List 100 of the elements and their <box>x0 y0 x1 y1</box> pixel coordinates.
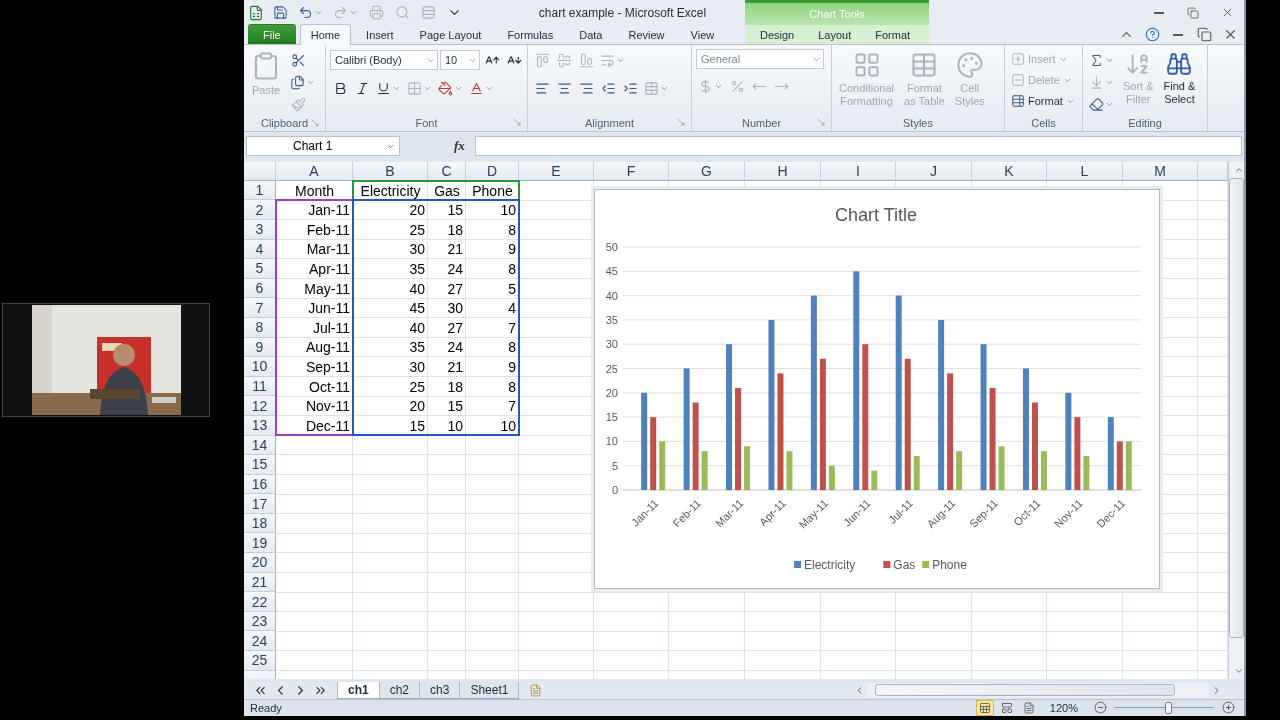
status-text: Ready <box>250 701 282 714</box>
table-cell-text: 15 <box>446 201 464 220</box>
row-header[interactable]: 5 <box>244 259 276 279</box>
legend-label: Phone <box>932 557 967 572</box>
row-header[interactable]: 2 <box>244 200 276 220</box>
ribbon-tab[interactable]: View <box>679 24 726 45</box>
table-cell-text: Sep-11 <box>304 357 351 377</box>
row-header[interactable]: 3 <box>244 220 276 240</box>
ribbon-tab[interactable]: File <box>248 24 296 45</box>
group-label: Font <box>415 116 438 129</box>
ribbon-tab[interactable]: Layout <box>807 24 863 45</box>
font-size-field[interactable]: 10 <box>440 50 480 71</box>
row-header[interactable]: 15 <box>244 455 276 475</box>
row-header[interactable]: 20 <box>244 553 276 573</box>
legend-label: Electricity <box>804 557 856 572</box>
column-header[interactable]: E <box>519 161 594 181</box>
table-cell-text: Nov-11 <box>304 397 351 416</box>
axis-label: 30 <box>605 338 618 350</box>
table-cell-text: Apr-11 <box>308 259 351 279</box>
name-box[interactable]: Chart 1 <box>246 136 400 156</box>
column-header[interactable]: K <box>972 161 1047 181</box>
table-cell-text: Mar-11 <box>305 240 351 260</box>
column-header[interactable]: C <box>428 161 466 181</box>
number-format-field[interactable]: General <box>696 49 824 70</box>
row-header[interactable]: 16 <box>244 474 276 495</box>
table-cell-text: May-11 <box>303 279 351 299</box>
table-cell-text: 25 <box>408 377 426 397</box>
column-header[interactable]: H <box>745 161 821 181</box>
row-header[interactable]: 6 <box>244 278 276 299</box>
row-header[interactable]: 21 <box>244 572 276 593</box>
context-title: Chart Tools <box>745 0 929 26</box>
table-cell-text: 24 <box>446 338 464 358</box>
row-header[interactable]: 22 <box>244 592 276 612</box>
editing-button[interactable]: Find & Select <box>1160 49 1199 116</box>
row-header[interactable]: 12 <box>244 396 276 416</box>
column-header[interactable]: B <box>353 161 428 181</box>
sheet-tab[interactable]: ch2 <box>378 681 421 699</box>
row-header[interactable]: 7 <box>244 298 276 318</box>
axis-label: 0 <box>611 483 618 496</box>
column-header[interactable]: A <box>276 161 353 181</box>
table-cell-text: 20 <box>408 397 426 416</box>
row-header[interactable]: 8 <box>244 317 276 338</box>
ribbon-tab[interactable]: Insert <box>355 24 405 45</box>
row-header[interactable]: 11 <box>244 376 276 397</box>
zoom-level[interactable]: 120% <box>1049 701 1078 714</box>
row-header[interactable]: 4 <box>244 239 276 260</box>
ribbon-tab[interactable]: Design <box>749 24 806 45</box>
column-header[interactable]: F <box>594 161 669 181</box>
column-header[interactable]: J <box>896 161 972 181</box>
table-cell-text: 15 <box>408 416 426 436</box>
ribbon-tab[interactable]: Review <box>617 24 676 45</box>
table-cell-text: 10 <box>446 416 464 436</box>
column-header[interactable]: M <box>1123 161 1198 181</box>
column-header[interactable]: D <box>466 161 519 181</box>
table-cell-text: 30 <box>446 299 464 318</box>
ribbon-tab[interactable]: Page Layout <box>408 24 493 45</box>
font-name-field[interactable]: Calibri (Body) <box>330 50 438 71</box>
row-header[interactable]: 19 <box>244 533 276 554</box>
insert-function-button[interactable]: fx <box>454 138 465 154</box>
row-header[interactable]: 1 <box>244 180 276 201</box>
ribbon-tab[interactable]: Format <box>864 24 922 45</box>
ribbon-tab[interactable]: Home <box>299 24 352 46</box>
row-header[interactable]: 9 <box>244 337 276 358</box>
table-cell-text: Jun-11 <box>307 299 351 318</box>
table-cell-text: Aug-11 <box>304 338 351 358</box>
table-cell-text: 9 <box>507 357 517 377</box>
cells-button[interactable]: Format <box>1009 91 1077 112</box>
table-cell-text: Oct-11 <box>308 377 351 397</box>
ribbon-tab[interactable]: Formulas <box>496 24 565 45</box>
group-label: Styles <box>903 116 933 129</box>
table-cell-text: 40 <box>408 279 426 299</box>
axis-label: 20 <box>605 386 618 399</box>
column-header[interactable]: L <box>1047 161 1123 181</box>
row-header[interactable]: 18 <box>244 513 276 534</box>
row-header[interactable]: 14 <box>244 435 276 456</box>
row-header[interactable]: 23 <box>244 611 276 632</box>
table-cell-text: 35 <box>408 259 426 279</box>
sheet-tab[interactable]: ch3 <box>419 681 461 699</box>
table-cell-text: 30 <box>408 240 426 260</box>
group-label: Editing <box>1128 117 1162 130</box>
row-header[interactable]: 10 <box>244 357 276 377</box>
axis-label: 45 <box>605 265 618 278</box>
table-cell-text: 35 <box>408 338 426 358</box>
table-cell-text: Phone <box>471 181 514 201</box>
table-cell-text: 8 <box>507 338 517 358</box>
table-cell-text: 8 <box>507 377 517 397</box>
table-cell-text: 21 <box>446 357 464 377</box>
column-header[interactable]: G <box>669 161 745 181</box>
table-cell-text: 18 <box>446 220 464 240</box>
row-header[interactable]: 17 <box>244 494 276 514</box>
column-header[interactable]: I <box>821 161 896 181</box>
table-cell-text: Jan-11 <box>307 201 351 220</box>
table-cell-text: 20 <box>408 201 426 220</box>
row-header[interactable]: 25 <box>244 651 276 671</box>
table-cell-text: 21 <box>446 240 464 260</box>
sheet-tab[interactable]: ch1 <box>337 681 380 699</box>
row-header[interactable]: 13 <box>244 415 276 436</box>
sheet-tab[interactable]: Sheet1 <box>459 681 520 699</box>
ribbon-tab[interactable]: Data <box>568 24 614 45</box>
row-header[interactable]: 24 <box>244 631 276 652</box>
